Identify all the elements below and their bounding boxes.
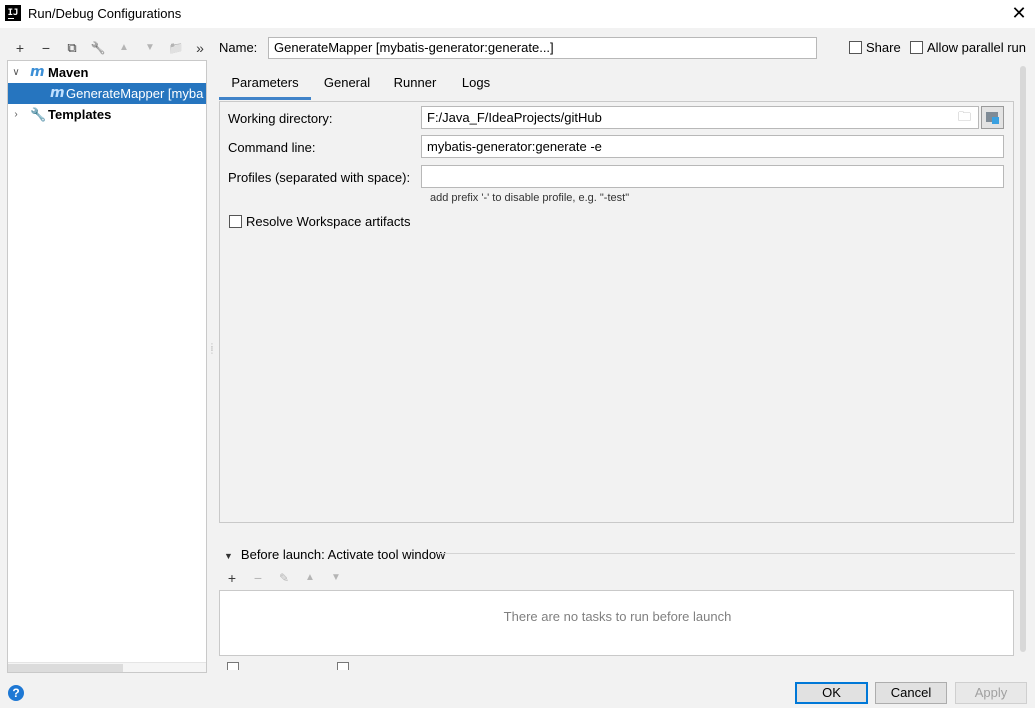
apply-button[interactable]: Apply — [955, 682, 1027, 704]
scrollbar-thumb[interactable] — [8, 664, 123, 672]
working-directory-label: Working directory: — [228, 111, 333, 126]
wrench-icon[interactable]: 🔧 — [88, 38, 108, 58]
add-task-icon[interactable]: + — [222, 568, 242, 588]
profiles-label: Profiles (separated with space): — [228, 170, 411, 185]
tree-horizontal-scrollbar[interactable] — [8, 662, 206, 672]
chevron-down-icon[interactable]: ∨ — [10, 62, 22, 83]
profiles-field[interactable] — [421, 165, 1004, 188]
move-down-icon[interactable]: ▼ — [326, 568, 346, 588]
tab-logs[interactable]: Logs — [449, 72, 503, 100]
window-title: Run/Debug Configurations — [28, 6, 182, 21]
resolve-workspace-label: Resolve Workspace artifacts — [246, 214, 411, 229]
share-checkbox[interactable]: Share — [849, 40, 901, 55]
browse-module-button[interactable] — [981, 106, 1004, 129]
folder-icon[interactable]: 📁 — [166, 38, 186, 58]
command-line-label: Command line: — [228, 140, 316, 155]
title-bar: IJ Run/Debug Configurations ✕ — [0, 0, 1035, 28]
splitter-handle[interactable]: ⋮ ⋮ — [208, 343, 216, 359]
tree-item-label: Templates — [48, 107, 112, 122]
tree-item-maven[interactable]: ∨ m Maven — [8, 62, 206, 83]
remove-icon[interactable]: − — [36, 38, 56, 58]
copy-icon[interactable]: ⧉ — [62, 38, 82, 58]
tree-item-generatemapper[interactable]: m GenerateMapper [myba — [8, 83, 206, 104]
before-launch-title: Before launch: Activate tool window — [240, 547, 446, 562]
tab-runner[interactable]: Runner — [385, 72, 445, 100]
show-page-checkbox[interactable] — [227, 662, 239, 670]
close-icon[interactable]: ✕ — [1007, 2, 1031, 24]
add-icon[interactable]: + — [10, 38, 30, 58]
tab-general[interactable]: General — [313, 72, 381, 100]
tree-item-label: GenerateMapper [myba — [66, 86, 204, 101]
divider — [437, 553, 1015, 554]
allow-parallel-run-checkbox[interactable]: Allow parallel run — [910, 40, 1026, 55]
tree-item-label: Maven — [48, 65, 89, 80]
checkbox-box[interactable] — [229, 215, 242, 228]
activate-tool-window-checkbox[interactable] — [337, 662, 349, 670]
edit-task-icon[interactable]: ✎ — [274, 568, 294, 588]
tab-parameters[interactable]: Parameters — [219, 72, 311, 100]
ok-button[interactable]: OK — [795, 682, 868, 704]
cancel-button[interactable]: Cancel — [875, 682, 947, 704]
folder-icon[interactable]: 🗀 — [958, 110, 976, 124]
resolve-workspace-checkbox[interactable]: Resolve Workspace artifacts — [229, 214, 411, 229]
remove-task-icon[interactable]: − — [248, 568, 268, 588]
maven-icon: m — [50, 85, 65, 101]
command-line-field[interactable]: mybatis-generator:generate -e — [421, 135, 1004, 158]
tree-item-templates[interactable]: › 🔧 Templates — [8, 104, 206, 125]
help-icon[interactable]: ? — [8, 685, 24, 701]
allow-parallel-label: Allow parallel run — [927, 40, 1026, 55]
share-label: Share — [866, 40, 901, 55]
name-field[interactable]: GenerateMapper [mybatis-generator:genera… — [268, 37, 817, 59]
partially-visible-options — [225, 662, 525, 670]
configuration-tree[interactable]: ∨ m Maven m GenerateMapper [myba › 🔧 Tem… — [7, 60, 207, 673]
profiles-hint: add prefix '-' to disable profile, e.g. … — [430, 192, 630, 204]
maven-icon: m — [30, 64, 45, 80]
triangle-down-icon[interactable]: ▼ — [224, 551, 233, 561]
more-icon[interactable]: » — [190, 38, 210, 58]
scrollbar-thumb[interactable] — [1020, 66, 1026, 652]
vertical-scrollbar[interactable] — [1017, 60, 1029, 672]
move-up-icon[interactable]: ▲ — [114, 38, 134, 58]
before-launch-task-list[interactable]: There are no tasks to run before launch — [219, 590, 1014, 656]
intellij-logo-icon: IJ — [5, 5, 21, 21]
before-launch-toolbar: + − ✎ ▲ ▼ — [222, 568, 362, 588]
working-directory-field[interactable]: F:/Java_F/IdeaProjects/gitHub — [421, 106, 979, 129]
chevron-right-icon[interactable]: › — [10, 104, 22, 125]
wrench-icon: 🔧 — [30, 107, 47, 122]
name-label: Name: — [219, 40, 258, 55]
config-toolbar: + − ⧉ 🔧 ▲ ▼ 📁 » — [8, 38, 208, 58]
before-launch-header[interactable]: ▼ Before launch: Activate tool window — [224, 547, 445, 562]
checkbox-box[interactable] — [910, 41, 923, 54]
empty-list-message: There are no tasks to run before launch — [503, 609, 732, 624]
move-down-icon[interactable]: ▼ — [140, 38, 160, 58]
checkbox-box[interactable] — [849, 41, 862, 54]
move-up-icon[interactable]: ▲ — [300, 568, 320, 588]
